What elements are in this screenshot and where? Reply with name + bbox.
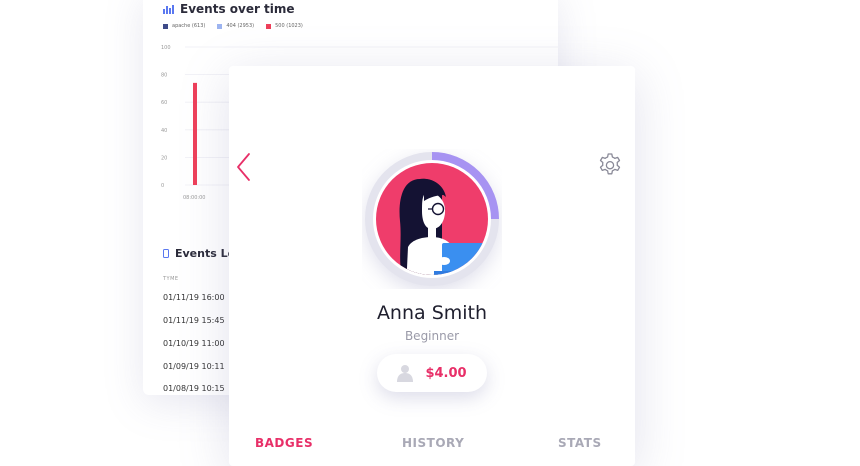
balance-button[interactable]: $4.00	[377, 354, 487, 392]
clipboard-icon	[163, 249, 169, 258]
bar[interactable]	[193, 82, 197, 185]
gear-icon	[599, 153, 621, 175]
bar-chart-icon	[163, 4, 174, 14]
log-row[interactable]: 01/10/19 11:00	[163, 339, 225, 348]
y-tick-label: 40	[161, 128, 167, 134]
y-tick-label: 20	[161, 155, 167, 161]
tab-history[interactable]: HISTORY	[402, 436, 464, 450]
profile-tabs: BADGES HISTORY STATS	[229, 436, 635, 456]
y-tick-label: 0	[161, 183, 164, 189]
legend-swatch	[163, 23, 168, 29]
log-column-header: TYME	[163, 276, 179, 282]
log-row[interactable]: 01/08/19 10:15	[163, 384, 225, 393]
y-tick-label: 80	[161, 73, 167, 79]
user-name: Anna Smith	[376, 302, 488, 324]
log-row[interactable]: 01/09/19 10:11	[163, 362, 225, 371]
y-tick-label: 60	[161, 100, 167, 106]
balance-amount: $4.00	[425, 365, 467, 381]
user-icon	[397, 365, 414, 382]
legend-swatch	[266, 23, 272, 29]
log-title: Events Lo	[163, 247, 235, 260]
legend-swatch	[217, 23, 223, 29]
y-tick-label: 100	[161, 45, 171, 51]
profile-card: Anna Smith Beginner $4.00 BADGES HISTORY…	[229, 66, 635, 466]
log-row[interactable]: 01/11/19 16:00	[163, 293, 225, 302]
legend-label: 500 (1023)	[275, 23, 303, 29]
log-title-text: Events Lo	[175, 247, 236, 260]
tab-stats[interactable]: STATS	[558, 436, 602, 450]
tab-badges[interactable]: BADGES	[255, 436, 313, 450]
log-row[interactable]: 01/11/19 15:45	[163, 316, 225, 325]
chart-title: Events over time	[163, 2, 295, 16]
chart-legend: apache (613) 404 (2953) 500 (1023)	[163, 23, 303, 29]
legend-item-500[interactable]: 500 (1023)	[266, 23, 303, 29]
back-button[interactable]	[235, 152, 253, 182]
legend-item-apache[interactable]: apache (613)	[163, 23, 205, 29]
settings-button[interactable]	[597, 152, 623, 178]
chevron-left-icon	[237, 153, 250, 181]
x-tick-label: 08:00:00	[183, 195, 205, 201]
avatar-illustration	[365, 152, 499, 286]
legend-item-404[interactable]: 404 (2953)	[217, 23, 254, 29]
legend-label: 404 (2953)	[226, 23, 255, 29]
user-level: Beginner	[404, 329, 460, 343]
legend-label: apache (613)	[172, 23, 206, 29]
chart-title-text: Events over time	[180, 2, 295, 16]
avatar[interactable]	[362, 149, 502, 289]
